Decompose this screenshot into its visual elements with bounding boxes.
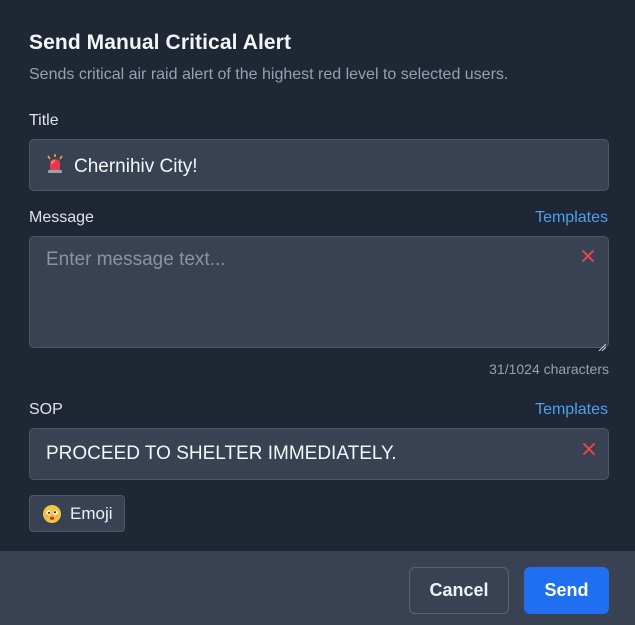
title-input[interactable]: Chernihiv City!	[29, 139, 609, 191]
send-button[interactable]: Send	[524, 567, 609, 614]
message-label: Message	[29, 209, 94, 226]
emoji-button-label: Emoji	[70, 503, 113, 523]
sop-templates-link[interactable]: Templates	[535, 401, 608, 419]
title-label: Title	[29, 112, 59, 129]
cancel-button[interactable]: Cancel	[409, 567, 509, 614]
message-textarea[interactable]	[29, 236, 609, 348]
dialog-title: Send Manual Critical Alert	[29, 31, 292, 54]
character-counter: 31/1024 characters	[489, 361, 609, 377]
sop-value: PROCEED TO SHELTER IMMEDIATELY.	[46, 443, 397, 464]
message-clear-icon[interactable]	[581, 249, 595, 263]
emoji-button[interactable]: Emoji	[29, 495, 125, 532]
sop-clear-icon[interactable]	[582, 442, 596, 456]
resize-grip-icon[interactable]	[598, 338, 607, 352]
title-value: Chernihiv City!	[74, 156, 198, 177]
dialog-subtitle: Sends critical air raid alert of the hig…	[29, 66, 509, 83]
sop-input[interactable]: PROCEED TO SHELTER IMMEDIATELY.	[29, 428, 609, 480]
siren-icon	[46, 154, 64, 174]
message-templates-link[interactable]: Templates	[535, 209, 608, 227]
dialog-footer: Cancel Send	[0, 551, 635, 625]
sop-label: SOP	[29, 401, 63, 418]
smiley-face-icon	[43, 504, 61, 523]
send-alert-dialog: Send Manual Critical Alert Sends critica…	[0, 0, 635, 625]
